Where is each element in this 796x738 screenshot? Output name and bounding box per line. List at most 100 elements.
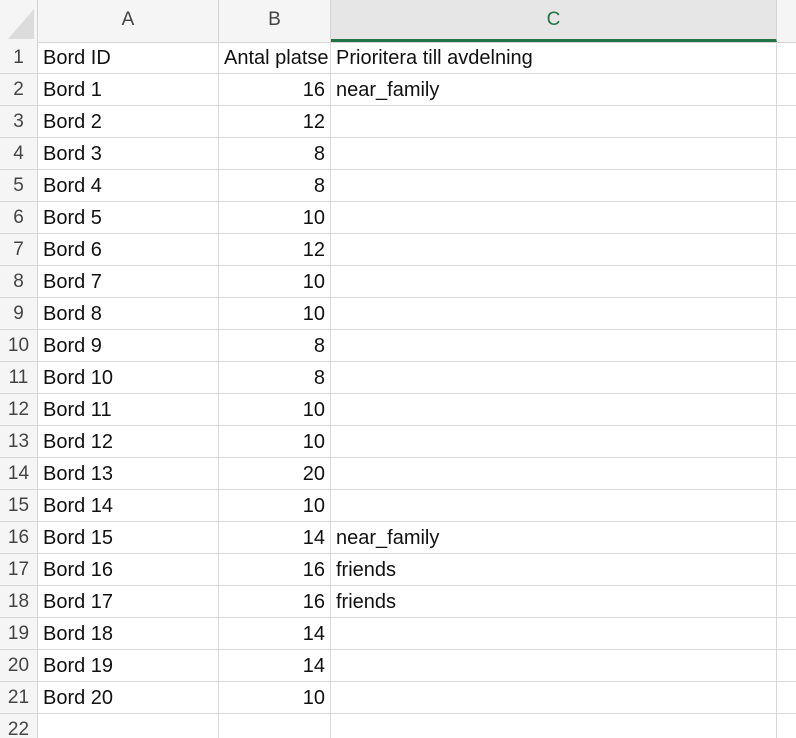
cell-c[interactable] — [331, 298, 777, 329]
cell-a[interactable]: Bord 4 — [38, 170, 219, 201]
cell-d[interactable] — [777, 586, 796, 617]
cell-b[interactable]: 8 — [219, 362, 331, 393]
row-header[interactable]: 6 — [0, 202, 38, 233]
cell-b[interactable]: 16 — [219, 74, 331, 105]
cell-b[interactable]: Antal platse — [219, 42, 331, 73]
cell-d[interactable] — [777, 42, 796, 73]
cell-c[interactable] — [331, 330, 777, 361]
row-header[interactable]: 18 — [0, 586, 38, 617]
cell-c[interactable]: friends — [331, 554, 777, 585]
cell-a[interactable]: Bord 6 — [38, 234, 219, 265]
cell-a[interactable]: Bord 19 — [38, 650, 219, 681]
cell-a[interactable]: Bord 16 — [38, 554, 219, 585]
row-header[interactable]: 9 — [0, 298, 38, 329]
row-header[interactable]: 8 — [0, 266, 38, 297]
cell-c[interactable]: friends — [331, 586, 777, 617]
cell-a[interactable]: Bord 1 — [38, 74, 219, 105]
row-header[interactable]: 17 — [0, 554, 38, 585]
cell-d[interactable] — [777, 266, 796, 297]
cell-a[interactable]: Bord 17 — [38, 586, 219, 617]
row-header[interactable]: 11 — [0, 362, 38, 393]
cell-d[interactable] — [777, 554, 796, 585]
cell-a[interactable]: Bord ID — [38, 42, 219, 73]
row-header[interactable]: 13 — [0, 426, 38, 457]
cell-b[interactable]: 10 — [219, 394, 331, 425]
cell-c[interactable] — [331, 170, 777, 201]
column-header-a[interactable]: A — [38, 0, 219, 42]
cell-d[interactable] — [777, 618, 796, 649]
row-header[interactable]: 21 — [0, 682, 38, 713]
cell-b[interactable]: 10 — [219, 490, 331, 521]
row-header[interactable]: 7 — [0, 234, 38, 265]
cell-b[interactable]: 8 — [219, 330, 331, 361]
row-header[interactable]: 16 — [0, 522, 38, 553]
cell-c[interactable] — [331, 618, 777, 649]
cell-c[interactable]: near_family — [331, 74, 777, 105]
cell-b[interactable]: 12 — [219, 234, 331, 265]
row-header[interactable]: 1 — [0, 42, 38, 73]
cell-c[interactable] — [331, 426, 777, 457]
cell-b[interactable]: 8 — [219, 170, 331, 201]
cell-d[interactable] — [777, 714, 796, 738]
cell-c[interactable] — [331, 362, 777, 393]
row-header[interactable]: 15 — [0, 490, 38, 521]
row-header[interactable]: 2 — [0, 74, 38, 105]
cell-d[interactable] — [777, 682, 796, 713]
cell-d[interactable] — [777, 362, 796, 393]
cell-b[interactable]: 16 — [219, 554, 331, 585]
cell-a[interactable]: Bord 2 — [38, 106, 219, 137]
cell-a[interactable]: Bord 13 — [38, 458, 219, 489]
cell-a[interactable]: Bord 14 — [38, 490, 219, 521]
cell-d[interactable] — [777, 202, 796, 233]
cell-b[interactable]: 14 — [219, 618, 331, 649]
cell-a[interactable]: Bord 10 — [38, 362, 219, 393]
cell-b[interactable]: 14 — [219, 522, 331, 553]
cell-c[interactable] — [331, 106, 777, 137]
row-header[interactable]: 12 — [0, 394, 38, 425]
cell-a[interactable]: Bord 15 — [38, 522, 219, 553]
cell-d[interactable] — [777, 330, 796, 361]
column-header-d[interactable] — [777, 0, 796, 42]
cell-a[interactable]: Bord 8 — [38, 298, 219, 329]
cell-c[interactable]: near_family — [331, 522, 777, 553]
cell-d[interactable] — [777, 394, 796, 425]
cell-b[interactable] — [219, 714, 331, 738]
cell-b[interactable]: 8 — [219, 138, 331, 169]
cell-c[interactable] — [331, 650, 777, 681]
cell-d[interactable] — [777, 138, 796, 169]
cell-a[interactable]: Bord 18 — [38, 618, 219, 649]
cell-b[interactable]: 10 — [219, 426, 331, 457]
cell-a[interactable]: Bord 3 — [38, 138, 219, 169]
row-header[interactable]: 5 — [0, 170, 38, 201]
cell-d[interactable] — [777, 522, 796, 553]
cell-b[interactable]: 10 — [219, 298, 331, 329]
cell-d[interactable] — [777, 490, 796, 521]
cell-a[interactable] — [38, 714, 219, 738]
cell-c[interactable]: Prioritera till avdelning — [331, 42, 777, 73]
cell-d[interactable] — [777, 298, 796, 329]
cell-c[interactable] — [331, 490, 777, 521]
cell-c[interactable] — [331, 202, 777, 233]
cell-d[interactable] — [777, 106, 796, 137]
row-header[interactable]: 10 — [0, 330, 38, 361]
cell-a[interactable]: Bord 5 — [38, 202, 219, 233]
column-header-c[interactable]: C — [331, 0, 777, 42]
cell-c[interactable] — [331, 714, 777, 738]
cell-d[interactable] — [777, 650, 796, 681]
cell-c[interactable] — [331, 234, 777, 265]
cell-a[interactable]: Bord 20 — [38, 682, 219, 713]
cell-d[interactable] — [777, 74, 796, 105]
cell-b[interactable]: 14 — [219, 650, 331, 681]
cell-c[interactable] — [331, 682, 777, 713]
cell-a[interactable]: Bord 9 — [38, 330, 219, 361]
cell-c[interactable] — [331, 138, 777, 169]
cell-b[interactable]: 10 — [219, 682, 331, 713]
row-header[interactable]: 22 — [0, 714, 38, 738]
cell-d[interactable] — [777, 170, 796, 201]
row-header[interactable]: 20 — [0, 650, 38, 681]
cell-c[interactable] — [331, 266, 777, 297]
cell-a[interactable]: Bord 12 — [38, 426, 219, 457]
cell-a[interactable]: Bord 11 — [38, 394, 219, 425]
cell-b[interactable]: 10 — [219, 202, 331, 233]
row-header[interactable]: 19 — [0, 618, 38, 649]
